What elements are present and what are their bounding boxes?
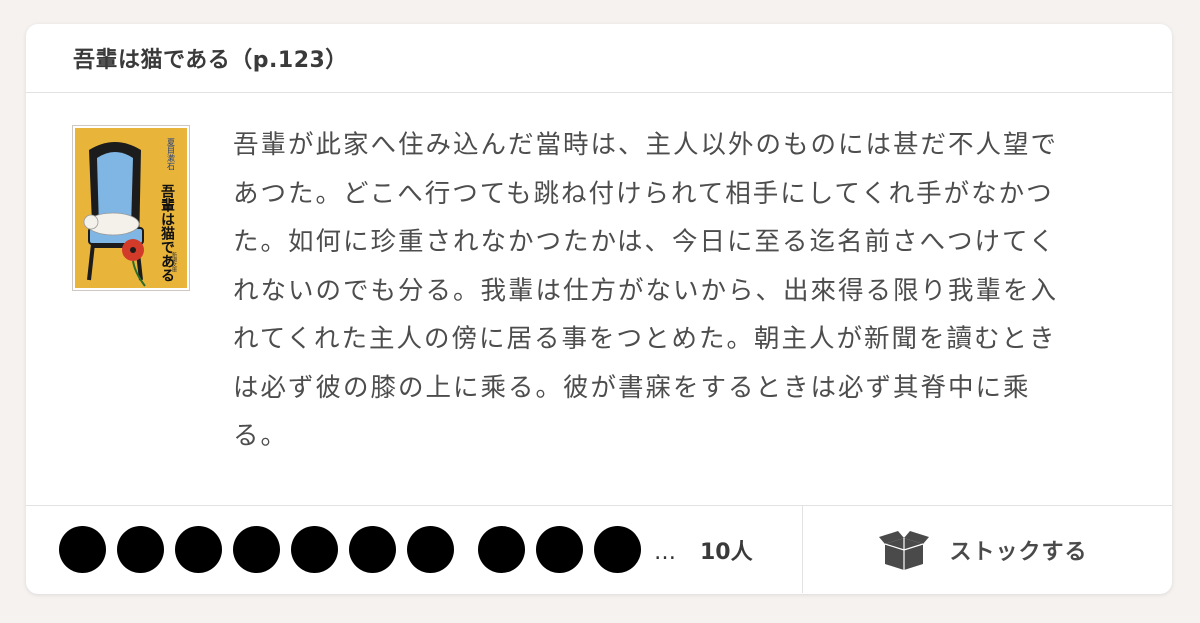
more-readers-ellipsis: … [654,540,676,565]
book-cover-image: 夏目漱石 吾輩は猫である 新潮文庫 [75,128,187,288]
cover-author: 夏目漱石 [167,138,176,171]
stock-button-label: ストックする [949,539,1088,565]
stock-button[interactable]: ストックする [803,506,1172,593]
reader-count[interactable]: 10人 [700,534,753,566]
avatar[interactable] [478,526,525,573]
book-cover[interactable]: 夏目漱石 吾輩は猫である 新潮文庫 [72,125,190,291]
avatar[interactable] [59,526,106,573]
box-icon [879,530,930,570]
avatar[interactable] [407,526,454,573]
avatar[interactable] [594,526,641,573]
avatar[interactable] [117,526,164,573]
card-body: 夏目漱石 吾輩は猫である 新潮文庫 吾輩が此家へ住み込んだ當時は、主人以外のもの… [26,93,1172,506]
card-header: 吾輩は猫である（p.123） [26,24,1172,93]
avatar[interactable] [291,526,338,573]
quote-text: 吾輩が此家へ住み込んだ當時は、主人以外のものには甚だ不人望で あつた。どこへ行つて… [233,130,1059,451]
avatar[interactable] [349,526,396,573]
avatar[interactable] [536,526,583,573]
readers-list[interactable]: … 10人 [26,506,803,593]
avatar[interactable] [175,526,222,573]
avatar[interactable] [233,526,280,573]
card-footer: … 10人 ストックする [26,506,1172,593]
cover-publisher: 新潮文庫 [171,251,177,273]
book-title[interactable]: 吾輩は猫である（p.123） [73,42,348,74]
quote-card: 吾輩は猫である（p.123） 夏目漱石 吾輩は猫である 新潮文庫 吾輩が此家へ住… [26,24,1172,594]
